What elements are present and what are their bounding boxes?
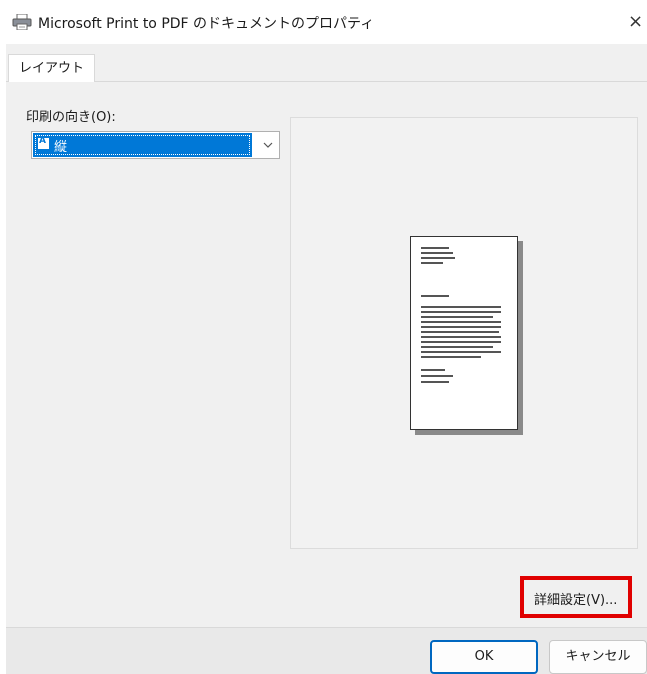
close-button[interactable]: × [628,8,647,36]
printer-icon [12,14,32,30]
orientation-value-text: 縦 [54,140,68,155]
close-icon: × [628,11,644,32]
cancel-button[interactable]: キャンセル [549,640,647,674]
document-preview-icon [410,236,518,430]
tab-layout[interactable]: レイアウト [8,54,96,83]
ok-button[interactable]: OK [430,640,538,674]
advanced-settings-label: 詳細設定(V)... [534,593,618,608]
portrait-page-icon [38,136,49,149]
window-title: Microsoft Print to PDF のドキュメントのプロパティ [38,16,375,32]
advanced-settings-button[interactable]: 詳細設定(V)... [520,576,632,618]
title-bar: Microsoft Print to PDF のドキュメントのプロパティ × [0,0,647,44]
orientation-label: 印刷の向き(O): [26,110,116,125]
orientation-dropdown[interactable]: 縦 [31,131,280,159]
orientation-selected-value: 縦 [33,133,252,157]
chevron-down-icon [263,142,273,148]
tab-strip: レイアウト [6,44,647,83]
